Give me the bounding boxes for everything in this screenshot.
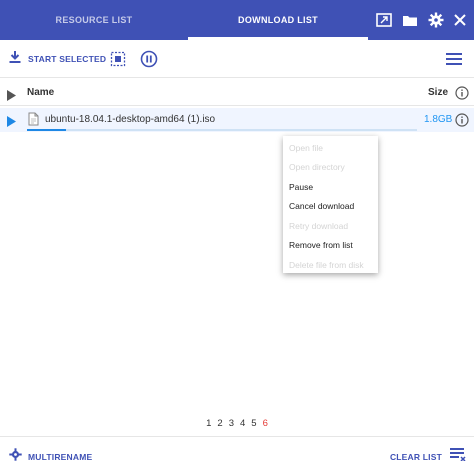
start-selected-button[interactable]: START SELECTED	[8, 48, 106, 70]
clear-list-button[interactable]: CLEAR LIST	[390, 448, 466, 466]
select-all-icon[interactable]	[108, 49, 128, 69]
multirename-button[interactable]: MULTIRENAME	[9, 448, 92, 466]
close-icon[interactable]	[450, 10, 470, 30]
menu-item-remove-from-list[interactable]: Remove from list	[283, 236, 378, 256]
menu-item-pause[interactable]: Pause	[283, 177, 378, 197]
pause-circle-icon[interactable]	[139, 49, 159, 69]
play-icon[interactable]	[7, 88, 16, 106]
multirename-label: MULTIRENAME	[28, 452, 93, 462]
menu-icon[interactable]	[444, 49, 464, 69]
menu-item-retry-download[interactable]: Retry download	[283, 216, 378, 236]
gear-icon[interactable]	[426, 10, 446, 30]
download-icon	[8, 50, 22, 69]
menu-item-open-file[interactable]: Open file	[283, 138, 378, 158]
file-name: ubuntu-18.04.1-desktop-amd64 (1).iso	[45, 114, 216, 125]
gear-icon	[9, 448, 22, 466]
page-link[interactable]: 1	[206, 418, 211, 429]
picture-in-picture-icon[interactable]	[374, 10, 394, 30]
pagination: 123456	[0, 418, 474, 429]
info-icon[interactable]	[455, 113, 469, 132]
page-link[interactable]: 4	[240, 418, 245, 429]
menu-item-delete-file[interactable]: Delete file from disk	[283, 255, 378, 275]
page-link[interactable]: 3	[229, 418, 234, 429]
menu-item-cancel-download[interactable]: Cancel download	[283, 197, 378, 217]
context-menu: Open file Open directory Pause Cancel do…	[283, 136, 378, 273]
table-header: Name Size	[0, 80, 474, 106]
tab-resource-list[interactable]: RESOURCE LIST	[0, 0, 188, 40]
start-selected-label: START SELECTED	[28, 54, 107, 64]
info-icon[interactable]	[455, 86, 469, 105]
clear-list-label: CLEAR LIST	[389, 452, 442, 462]
page-link[interactable]: 2	[217, 418, 222, 429]
tab-download-list[interactable]: DOWNLOAD LIST	[188, 0, 368, 40]
column-name[interactable]: Name	[27, 87, 54, 98]
download-progress-bar	[27, 129, 417, 131]
toolbar: START SELECTED	[0, 40, 474, 78]
folder-icon[interactable]	[400, 10, 420, 30]
app-header: RESOURCE LIST DOWNLOAD LIST	[0, 0, 474, 40]
download-progress-fill	[27, 129, 66, 131]
column-size[interactable]: Size	[428, 87, 448, 98]
clear-list-icon	[450, 448, 466, 466]
file-size: 1.8GB	[424, 114, 453, 125]
page-link[interactable]: 5	[251, 418, 256, 429]
play-icon[interactable]	[7, 114, 16, 132]
page-link-current[interactable]: 6	[263, 418, 268, 429]
menu-item-open-directory[interactable]: Open directory	[283, 158, 378, 178]
footer-bar: MULTIRENAME CLEAR LIST	[0, 436, 474, 474]
